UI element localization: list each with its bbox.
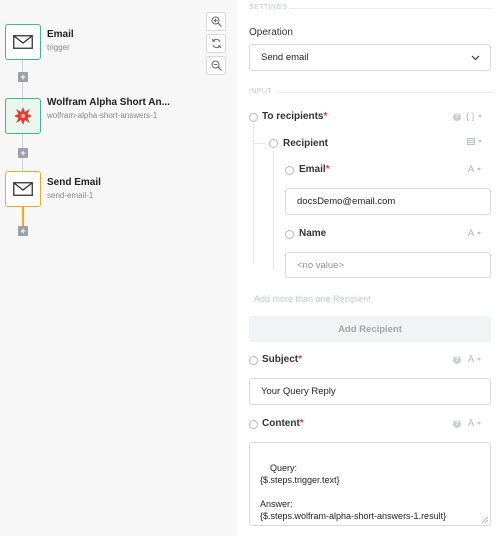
reset-view-button[interactable]	[206, 34, 226, 53]
node-title[interactable]: Email	[47, 29, 74, 40]
to-recipients-label: To recipients*	[262, 111, 328, 122]
name-field[interactable]: <no value>	[285, 252, 491, 278]
add-step-button[interactable]: +	[18, 148, 28, 158]
name-toggle[interactable]	[285, 230, 294, 239]
divider	[289, 8, 492, 9]
help-icon[interactable]: ?	[453, 420, 461, 428]
content-label: Content*	[262, 418, 304, 429]
zoom-out-button[interactable]	[206, 56, 226, 75]
workflow-node-send-email[interactable]	[5, 171, 41, 207]
list-icon	[467, 138, 475, 145]
caret-down-icon	[477, 421, 482, 425]
braces-icon: { }	[466, 111, 475, 121]
plus-icon: +	[20, 72, 26, 82]
email-toggle[interactable]	[285, 166, 294, 175]
node-title[interactable]: Wolfram Alpha Short An...	[47, 97, 170, 108]
chevron-down-icon	[471, 55, 480, 61]
help-icon[interactable]: ?	[453, 356, 461, 364]
subject-field[interactable]: Your Query Reply	[249, 378, 491, 405]
text-type-icon: A	[468, 418, 475, 428]
node-subtitle: wolfram-alpha-short-answers-1	[47, 111, 158, 120]
operation-select[interactable]: Send email	[249, 44, 491, 71]
add-step-button[interactable]: +	[18, 226, 28, 236]
workflow-node-wolfram[interactable]	[5, 98, 41, 134]
refresh-icon	[211, 38, 221, 49]
zoom-out-icon	[211, 60, 222, 71]
content-toggle[interactable]	[249, 420, 258, 429]
to-recipients-toggle[interactable]	[249, 113, 258, 122]
email-field[interactable]: docsDemo@email.com	[285, 188, 491, 215]
plus-icon: +	[20, 148, 26, 158]
envelope-icon	[13, 182, 33, 196]
recipient-toggle[interactable]	[269, 139, 278, 148]
add-recipient-button[interactable]: Add Recipient	[249, 316, 491, 342]
tree-line	[273, 150, 274, 270]
envelope-icon	[13, 35, 33, 49]
section-heading-settings: SETTINGS	[249, 4, 288, 11]
node-subtitle: trigger	[47, 43, 70, 52]
recipient-label: Recipient	[283, 138, 329, 149]
wolfram-alpha-icon	[14, 107, 32, 125]
caret-down-icon	[478, 140, 482, 143]
type-selector-text[interactable]: A	[468, 354, 482, 364]
type-selector-text[interactable]: A	[468, 164, 482, 174]
type-selector-object[interactable]: { }	[466, 111, 482, 121]
divider	[277, 92, 492, 93]
subject-label: Subject*	[262, 354, 303, 365]
text-type-icon: A	[468, 164, 475, 174]
content-textarea[interactable]: Query: {$.steps.trigger.text} Answer: {$…	[249, 442, 491, 526]
connector-line-active	[22, 206, 24, 226]
node-subtitle: send-email-1	[47, 191, 94, 200]
workflow-node-trigger[interactable]	[5, 24, 41, 60]
tree-line	[253, 143, 265, 144]
name-label: Name	[299, 228, 327, 239]
plus-icon: +	[20, 226, 26, 236]
email-label: Email*	[299, 164, 330, 175]
type-selector-text[interactable]: A	[468, 418, 482, 428]
tree-line	[253, 124, 254, 264]
text-type-icon: A	[468, 354, 475, 364]
zoom-controls	[206, 12, 226, 75]
operation-label: Operation	[249, 27, 293, 38]
add-more-hint: Add more than one Recipient	[254, 294, 371, 304]
text-type-icon: A	[468, 228, 475, 238]
subject-toggle[interactable]	[249, 356, 258, 365]
workflow-canvas[interactable]: Email trigger + Wolfram Alpha Short An..…	[0, 0, 237, 536]
operation-value: Send email	[261, 52, 309, 63]
caret-down-icon	[477, 167, 482, 171]
node-title[interactable]: Send Email	[47, 177, 101, 188]
step-settings-panel: SETTINGS Operation Send email INPUT To r…	[237, 0, 500, 536]
caret-down-icon	[477, 114, 482, 118]
section-heading-input: INPUT	[249, 88, 272, 95]
help-icon[interactable]: ?	[453, 113, 461, 121]
type-selector-text[interactable]: A	[468, 228, 482, 238]
zoom-in-icon	[211, 16, 222, 27]
caret-down-icon	[477, 231, 482, 235]
resize-handle-icon[interactable]	[482, 517, 488, 523]
caret-down-icon	[477, 357, 482, 361]
type-selector-list[interactable]	[467, 138, 482, 145]
zoom-in-button[interactable]	[206, 12, 226, 31]
add-step-button[interactable]: +	[18, 72, 28, 82]
